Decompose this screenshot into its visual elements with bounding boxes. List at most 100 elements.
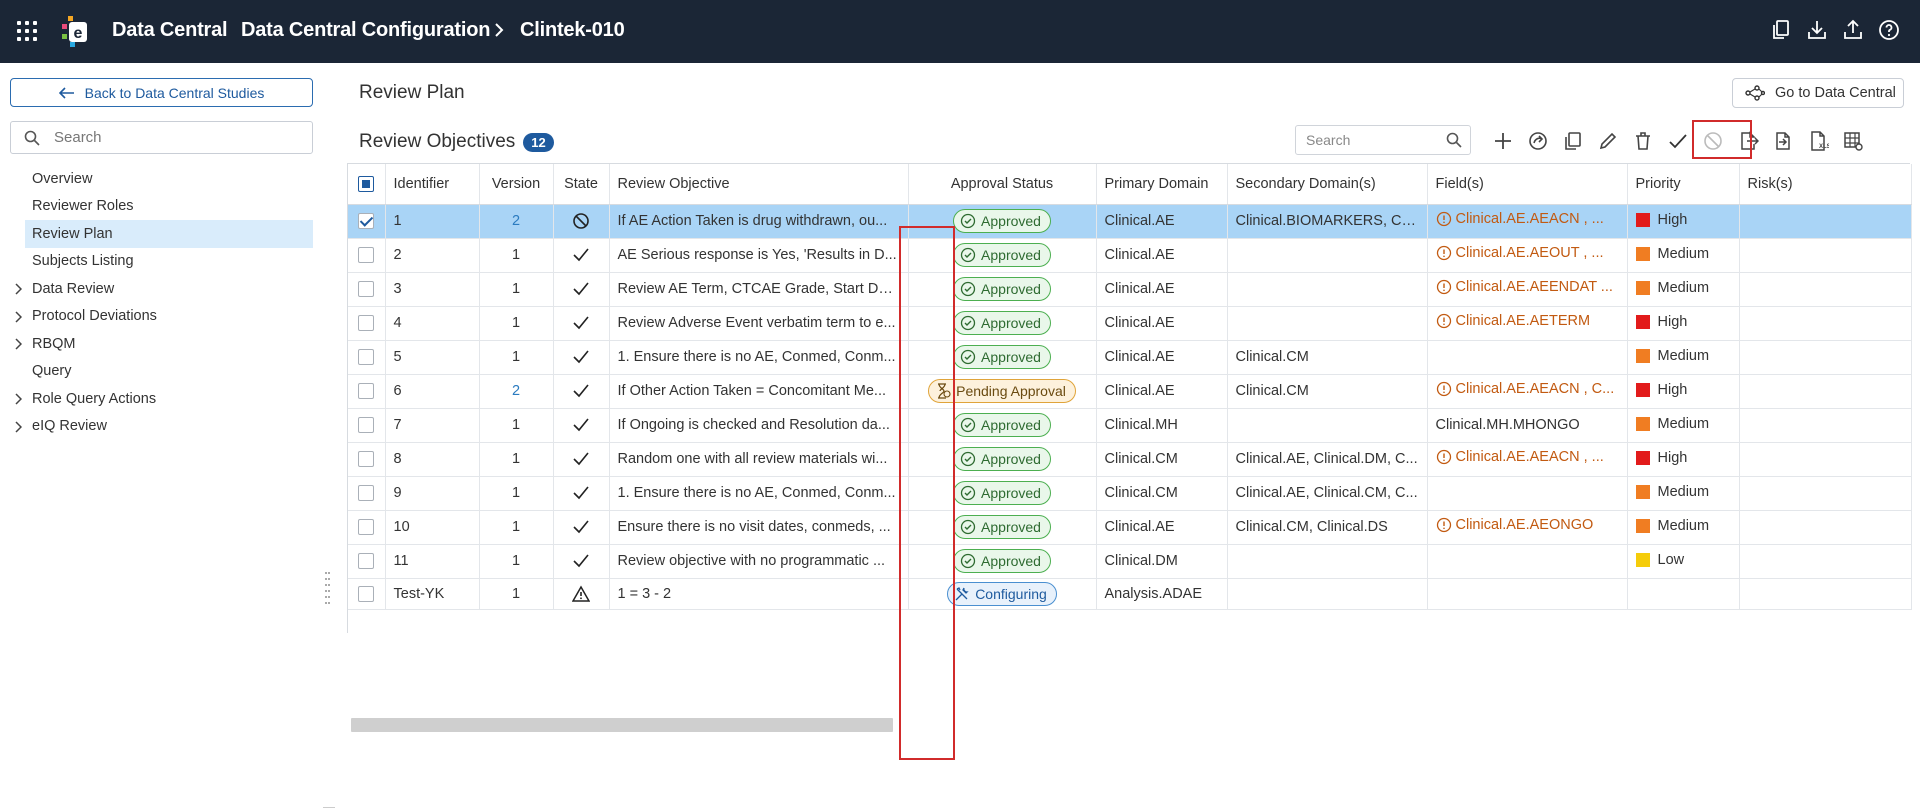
help-icon[interactable] [1878, 18, 1900, 42]
download-icon[interactable] [1806, 18, 1828, 42]
cell-review-objective[interactable]: Review AE Term, CTCAE Grade, Start Dat..… [609, 272, 909, 307]
row-select-cell[interactable] [348, 374, 386, 409]
cell-review-objective[interactable]: Review Adverse Event verbatim term to e.… [609, 306, 909, 341]
col-version[interactable]: Version [479, 164, 554, 205]
scrollbar-thumb[interactable] [351, 718, 893, 732]
sidebar-search-input[interactable] [54, 129, 294, 146]
cell-review-objective[interactable]: 1. Ensure there is no AE, Conmed, Conm..… [609, 340, 909, 375]
import-button[interactable] [1765, 126, 1800, 156]
table-row[interactable]: 10 1 Ensure there is no visit dates, conme… [348, 510, 1912, 545]
row-select-cell[interactable] [348, 204, 386, 239]
table-row[interactable]: 11 1 Review objective with no programmatic… [348, 544, 1912, 579]
back-to-studies-button[interactable]: Back to Data Central Studies [10, 78, 313, 107]
cell-version[interactable]: 2 [479, 204, 554, 239]
table-search-input[interactable] [1306, 132, 1446, 148]
col-review-objective[interactable]: Review Objective [609, 164, 909, 205]
sidebar-item-protocol-deviations[interactable]: Protocol Deviations [0, 303, 313, 331]
sidebar-search[interactable] [10, 121, 313, 154]
sidebar-item-review-plan[interactable]: Review Plan [25, 220, 313, 248]
table-row[interactable]: 3 1 Review AE Term, CTCAE Grade, Start Dat… [348, 272, 1912, 307]
upload-icon[interactable] [1842, 18, 1864, 42]
sidebar-item-role-query-actions[interactable]: Role Query Actions [0, 385, 313, 413]
cell-review-objective[interactable]: Ensure there is no visit dates, conmeds,… [609, 510, 909, 545]
row-select-cell[interactable] [348, 578, 386, 610]
chevron-right-icon[interactable] [14, 283, 22, 295]
row-select-cell[interactable] [348, 442, 386, 477]
col-identifier[interactable]: Identifier [385, 164, 480, 205]
cell-review-objective[interactable]: Random one with all review materials wi.… [609, 442, 909, 477]
row-select-cell[interactable] [348, 408, 386, 443]
row-select-cell[interactable] [348, 238, 386, 273]
cell-review-objective[interactable]: AE Serious response is Yes, 'Results in … [609, 238, 909, 273]
sidebar-item-eiq-review[interactable]: eIQ Review [0, 413, 313, 441]
copy-icon[interactable] [1770, 18, 1792, 42]
col-secondary-domains[interactable]: Secondary Domain(s) [1227, 164, 1428, 205]
col-fields[interactable]: Field(s) [1427, 164, 1628, 205]
table-row[interactable]: Test-YK 1 1 = 3 - 2 Configuring Analysis.ADA… [348, 578, 1912, 610]
select-all-cell[interactable] [348, 164, 386, 205]
cell-review-objective[interactable]: If Other Action Taken = Concomitant Me..… [609, 374, 909, 409]
table-row[interactable]: 7 1 If Ongoing is checked and Resolution d… [348, 408, 1912, 443]
chevron-right-icon[interactable] [14, 310, 22, 323]
table-row[interactable]: 2 1 AE Serious response is Yes, 'Results i… [348, 238, 1912, 273]
sidebar-item-rbqm[interactable]: RBQM [0, 330, 313, 358]
xls-export-button[interactable]: XLS [1800, 126, 1835, 156]
horizontal-scrollbar[interactable] [349, 718, 1912, 732]
resize-handle[interactable] [325, 570, 331, 610]
chevron-right-icon[interactable] [14, 393, 22, 405]
col-risks[interactable]: Risk(s) [1739, 164, 1912, 205]
row-checkbox[interactable] [358, 519, 375, 536]
sidebar-item-query[interactable]: Query [0, 358, 313, 386]
sidebar-item-subjects-listing[interactable]: Subjects Listing [0, 248, 313, 276]
cell-review-objective[interactable]: Review objective with no programmatic ..… [609, 544, 909, 579]
table-row[interactable]: 6 2 If Other Action Taken = Concomitant Me… [348, 374, 1912, 409]
edit-button[interactable] [1590, 126, 1625, 156]
app-title[interactable]: Data Central [112, 19, 228, 42]
table-search[interactable] [1295, 125, 1471, 155]
row-select-cell[interactable] [348, 510, 386, 545]
row-select-cell[interactable] [348, 340, 386, 375]
cell-review-objective[interactable]: If Ongoing is checked and Resolution da.… [609, 408, 909, 443]
cell-review-objective[interactable]: 1 = 3 - 2 [609, 578, 909, 610]
chevron-right-icon[interactable] [14, 338, 22, 350]
app-grid-icon[interactable] [17, 21, 37, 41]
row-checkbox[interactable] [358, 451, 375, 468]
share-button[interactable] [1520, 126, 1555, 156]
select-all-checkbox[interactable] [358, 175, 375, 192]
version-value[interactable]: 2 [512, 383, 520, 399]
table-row[interactable]: 4 1 Review Adverse Event verbatim term to … [348, 306, 1912, 341]
row-checkbox[interactable] [358, 485, 375, 502]
col-state[interactable]: State [553, 164, 610, 205]
row-checkbox[interactable] [358, 281, 375, 298]
table-row[interactable]: 1 2 If AE Action Taken is drug withdrawn, … [348, 204, 1912, 239]
delete-button[interactable] [1625, 126, 1660, 156]
col-approval-status[interactable]: Approval Status [908, 164, 1097, 205]
row-select-cell[interactable] [348, 476, 386, 511]
table-row[interactable]: 8 1 Random one with all review materials w… [348, 442, 1912, 477]
copy-button[interactable] [1555, 126, 1590, 156]
row-checkbox[interactable] [358, 553, 375, 570]
activate-button[interactable] [1660, 126, 1695, 156]
row-checkbox[interactable] [358, 349, 375, 366]
version-value[interactable]: 2 [512, 213, 520, 229]
col-primary-domain[interactable]: Primary Domain [1096, 164, 1228, 205]
row-checkbox[interactable] [358, 585, 375, 602]
add-button[interactable] [1485, 126, 1520, 156]
row-checkbox[interactable] [358, 417, 375, 434]
cell-version[interactable]: 2 [479, 374, 554, 409]
row-select-cell[interactable] [348, 306, 386, 341]
table-row[interactable]: 5 1 1. Ensure there is no AE, Conmed, Conm… [348, 340, 1912, 375]
table-row[interactable]: 9 1 1. Ensure there is no AE, Conmed, Conm… [348, 476, 1912, 511]
row-select-cell[interactable] [348, 544, 386, 579]
sidebar-item-reviewer-roles[interactable]: Reviewer Roles [0, 193, 313, 221]
row-checkbox[interactable] [358, 247, 375, 264]
row-select-cell[interactable] [348, 272, 386, 307]
chevron-right-icon[interactable] [14, 420, 22, 433]
cell-review-objective[interactable]: If AE Action Taken is drug withdrawn, ou… [609, 204, 909, 239]
go-to-data-central-button[interactable]: Go to Data Central [1732, 78, 1904, 108]
cell-review-objective[interactable]: 1. Ensure there is no AE, Conmed, Conm..… [609, 476, 909, 511]
row-checkbox[interactable] [358, 383, 375, 400]
breadcrumb-parent[interactable]: Data Central Configuration [241, 19, 490, 42]
row-checkbox[interactable] [358, 315, 375, 332]
row-checkbox[interactable] [358, 213, 375, 230]
